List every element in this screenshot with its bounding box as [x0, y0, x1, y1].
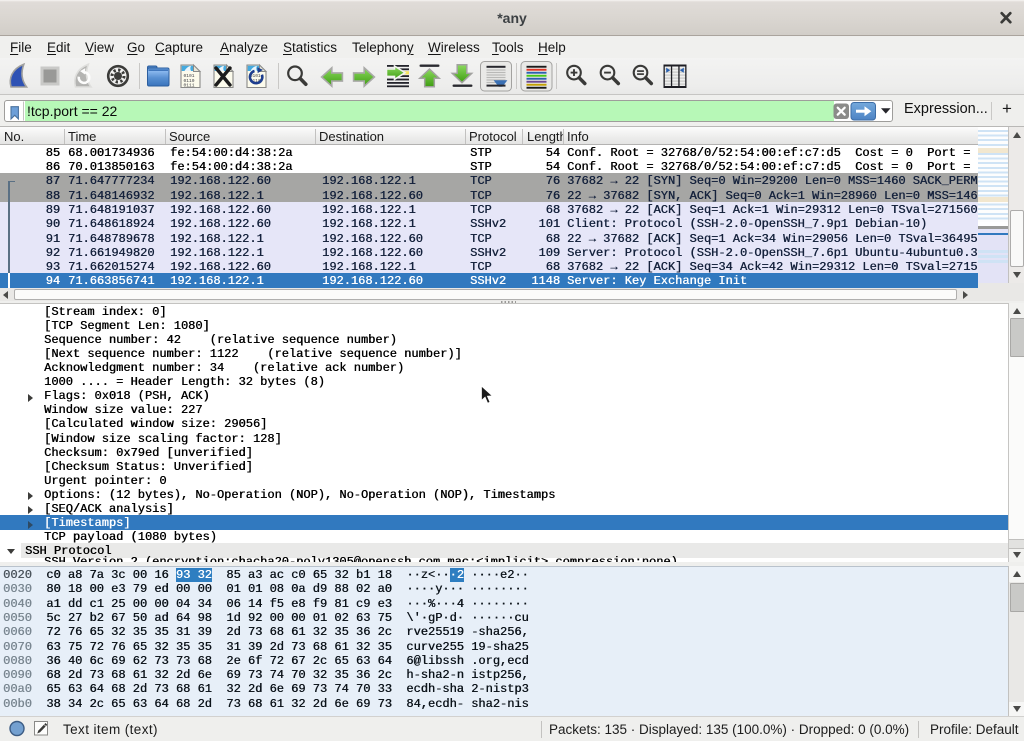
svg-text:0111: 0111: [184, 83, 195, 89]
